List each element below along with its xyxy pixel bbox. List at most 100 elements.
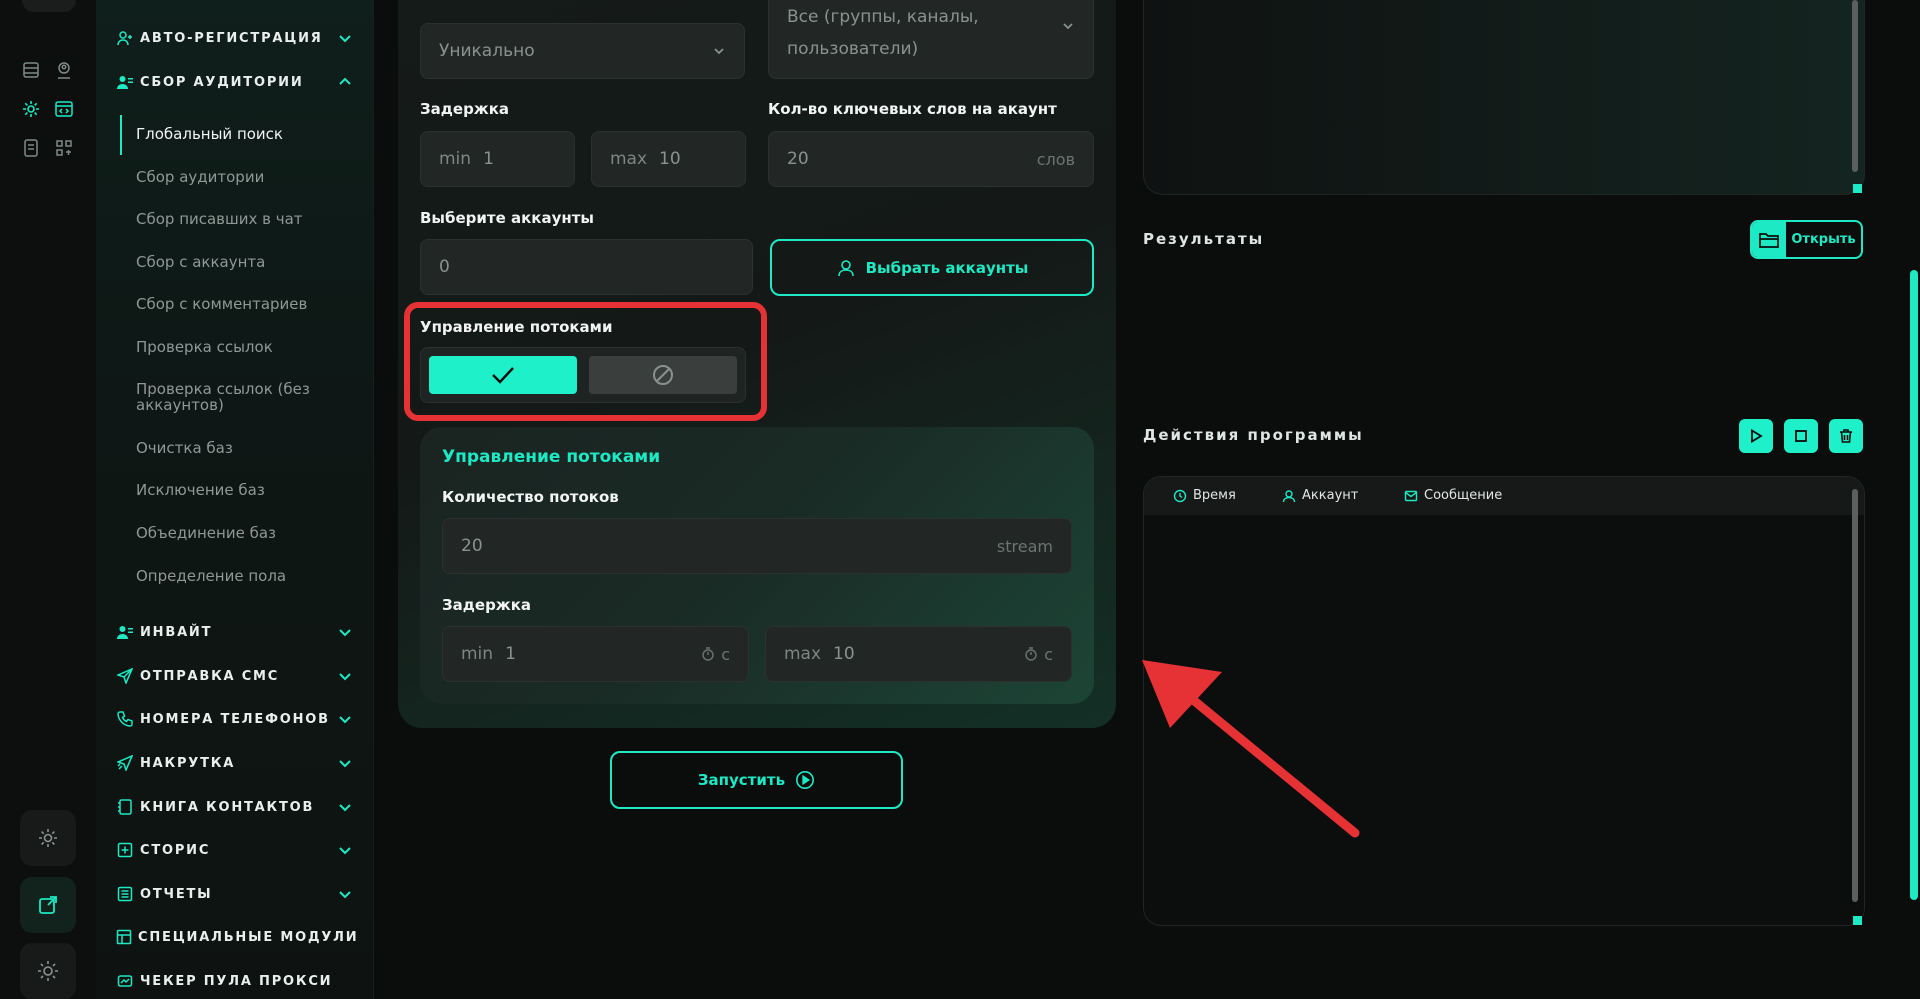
sidebar-section-contacts[interactable]: Книга контактов (116, 795, 353, 819)
document-icon[interactable] (20, 137, 42, 159)
target-select-value: Все (группы, каналы, пользователи) (787, 7, 979, 59)
stopwatch-icon (702, 647, 714, 661)
sidebar: Авто-регистрация Сбор аудитории Глобальн… (96, 0, 374, 999)
sidebar-section-label: Сторис (140, 842, 211, 858)
sidebar-section-auto-registration[interactable]: Авто-регистрация (116, 26, 353, 50)
delay-max-input[interactable]: max 10 (591, 131, 746, 187)
sidebar-item-global-search[interactable]: Глобальный поиск (136, 125, 283, 143)
stop-button[interactable] (1784, 419, 1818, 453)
column-message[interactable]: Сообщение (1404, 488, 1502, 503)
sidebar-section-sms[interactable]: Отправка смс (116, 664, 353, 688)
settings-button[interactable] (20, 810, 76, 866)
log-scrollbar[interactable] (1852, 489, 1858, 902)
threads-count-value: 20 (461, 536, 483, 556)
gear-icon[interactable] (20, 98, 42, 120)
chevron-down-icon (339, 847, 351, 855)
rail-top-button[interactable] (22, 0, 76, 12)
location-user-icon[interactable] (53, 59, 75, 81)
sidebar-section-boost[interactable]: Накрутка (116, 751, 353, 775)
theme-toggle-button[interactable] (20, 943, 76, 999)
sidebar-item-comments-collect[interactable]: Сбор с комментариев (136, 295, 307, 313)
threads-card-title: Управление потоками (442, 447, 661, 467)
user-icon (1282, 489, 1296, 502)
users-icon (116, 73, 134, 91)
chevron-up-icon (339, 77, 351, 85)
sidebar-item-gender-detect[interactable]: Определение пола (136, 567, 286, 585)
sidebar-item-link-check-no-accounts[interactable]: Проверка ссылок (без аккаунтов) (136, 381, 326, 413)
upper-log-scrollbar[interactable] (1852, 0, 1858, 172)
database-icon[interactable] (20, 59, 42, 81)
actions-title: Действия программы (1143, 426, 1364, 444)
chevron-down-icon (339, 760, 351, 768)
log-resize-handle[interactable] (1853, 916, 1862, 925)
min-prefix: min (461, 644, 494, 664)
start-button[interactable]: Запустить (610, 751, 903, 809)
active-indicator (120, 115, 122, 155)
user-icon (837, 259, 854, 276)
plus-square-icon (116, 841, 134, 859)
seconds-unit: с (1044, 644, 1053, 664)
stop-icon (1795, 430, 1807, 442)
boost-icon (116, 754, 134, 772)
keywords-input[interactable]: 20 слов (768, 131, 1094, 187)
sidebar-item-db-exclude[interactable]: Исключение баз (136, 481, 265, 499)
sidebar-item-db-clean[interactable]: Очистка баз (136, 439, 233, 457)
modules-icon (116, 928, 132, 946)
play-button[interactable] (1739, 419, 1773, 453)
sidebar-item-audience-collect[interactable]: Сбор аудитории (136, 168, 264, 186)
keywords-label: Кол-во ключевых слов на акаунт (768, 100, 1057, 118)
delay-label: Задержка (420, 100, 510, 118)
mode-select[interactable]: Уникально (420, 23, 745, 79)
external-link-icon (39, 896, 57, 914)
sidebar-section-phones[interactable]: Номера телефонов (116, 707, 353, 731)
threads-delay-min-input[interactable]: min 1 с (442, 626, 749, 682)
log-table-header: Время Аккаунт Сообщение (1144, 477, 1864, 515)
threads-delay-max-input[interactable]: max 10 с (765, 626, 1072, 682)
accounts-input[interactable]: 0 (420, 239, 753, 295)
chevron-down-icon (339, 891, 351, 899)
column-time-label: Время (1193, 488, 1236, 503)
sidebar-item-db-merge[interactable]: Объединение баз (136, 524, 276, 542)
sidebar-section-proxy-checker[interactable]: Чекер пула прокси (116, 969, 353, 993)
upper-log-resize-handle[interactable] (1853, 184, 1862, 193)
sidebar-item-link-check[interactable]: Проверка ссылок (136, 338, 273, 356)
sidebar-section-special-modules[interactable]: Специальные модули (116, 925, 357, 949)
min-prefix: min (439, 149, 472, 169)
sidebar-item-chat-writers[interactable]: Сбор писавших в чат (136, 210, 303, 228)
sidebar-section-label: Отчеты (140, 886, 213, 902)
code-window-icon[interactable] (53, 98, 75, 120)
sidebar-section-invite[interactable]: Инвайт (116, 620, 353, 644)
sidebar-section-label: Авто-регистрация (140, 30, 323, 46)
clear-button[interactable] (1829, 419, 1863, 453)
threads-count-suffix: stream (996, 536, 1053, 556)
column-message-label: Сообщение (1424, 488, 1503, 503)
modules-grid-icon[interactable] (53, 137, 75, 159)
delay-max-value: 10 (659, 149, 681, 169)
choose-accounts-button[interactable]: Выбрать аккаунты (770, 239, 1094, 296)
sun-icon (38, 961, 58, 981)
highlight-box (404, 302, 767, 421)
accounts-label: Выберите аккаунты (420, 209, 594, 227)
chevron-down-icon (714, 48, 724, 55)
target-select[interactable]: Все (группы, каналы, пользователи) (768, 0, 1094, 79)
column-account[interactable]: Аккаунт (1282, 488, 1358, 503)
sidebar-section-audience[interactable]: Сбор аудитории (116, 70, 353, 94)
delay-min-input[interactable]: min 1 (420, 131, 575, 187)
accounts-value: 0 (439, 257, 450, 277)
open-results-button[interactable]: Открыть (1750, 220, 1863, 259)
delay-min-value: 1 (483, 149, 494, 169)
sidebar-section-label: Номера телефонов (140, 711, 330, 727)
results-title: Результаты (1143, 230, 1265, 248)
sidebar-item-account-collect[interactable]: Сбор с аккаунта (136, 253, 265, 271)
upper-log-panel (1143, 0, 1865, 195)
external-link-button[interactable] (20, 877, 76, 933)
column-account-label: Аккаунт (1302, 488, 1359, 503)
icon-rail (0, 0, 96, 999)
sidebar-section-stories[interactable]: Сторис (116, 838, 353, 862)
sidebar-section-reports[interactable]: Отчеты (116, 882, 353, 906)
threads-count-input[interactable]: 20 stream (442, 518, 1072, 574)
gear-icon (39, 829, 57, 847)
sidebar-section-label: Инвайт (140, 624, 213, 640)
column-time[interactable]: Время (1173, 488, 1236, 503)
page-scrollbar[interactable] (1910, 270, 1918, 900)
